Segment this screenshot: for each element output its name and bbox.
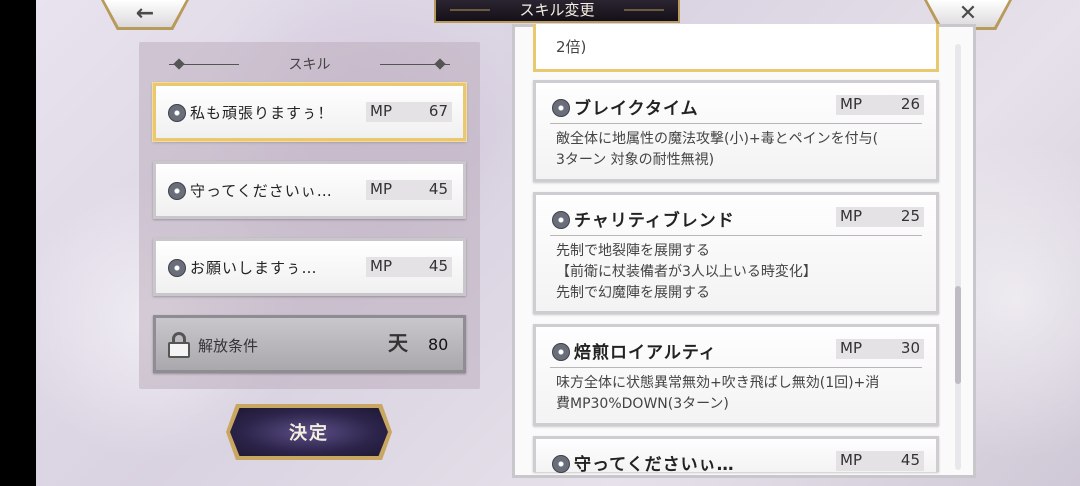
skill-icon — [168, 259, 186, 277]
skill-desc: 2倍) — [556, 38, 587, 56]
skill-card[interactable]: ブレイクタイム MP 26 敵全体に地属性の魔法攻撃(小)+毒とペインを付与( … — [533, 80, 939, 182]
skill-desc: 先制で地裂陣を展開する 【前衛に杖装備者が3人以上いる時変化】 先制で幻魔陣を展… — [556, 243, 817, 301]
locked-skill-slot[interactable]: 解放条件 天 80 — [153, 315, 466, 373]
skill-name: チャリティブレンド — [574, 211, 735, 231]
skill-name: 守ってくださいぃ… — [574, 455, 735, 475]
close-icon: ✕ — [958, 1, 978, 26]
skill-icon — [168, 182, 186, 200]
mp-cost: MP 67 — [366, 102, 452, 122]
divider — [550, 367, 922, 368]
skill-card[interactable]: 焙煎ロイアルティ MP 30 味方全体に状態異常無効+吹き飛ばし無効(1回)+消… — [533, 324, 939, 426]
skill-icon — [552, 211, 570, 229]
scrollbar-thumb[interactable] — [955, 286, 961, 384]
page-title: スキル変更 — [519, 1, 595, 19]
skill-slot-1[interactable]: 私も頑張りますぅ！ MP 67 — [153, 83, 466, 141]
skill-card[interactable]: チャリティブレンド MP 25 先制で地裂陣を展開する 【前衛に杖装備者が3人以… — [533, 192, 939, 314]
divider — [550, 235, 922, 236]
unlock-condition-label: 解放条件 — [198, 337, 259, 355]
skill-name: 私も頑張りますぅ！ — [190, 104, 334, 122]
skill-name: 守ってくださいぃ… — [190, 182, 333, 200]
mp-cost: MP 26 — [836, 95, 924, 115]
page-title-bar: スキル変更 — [434, 0, 680, 23]
skill-desc: 味方全体に状態異常無効+吹き飛ばし無効(1回)+消 費MP30%DOWN(3ター… — [556, 375, 880, 412]
mp-cost: MP 45 — [366, 180, 452, 200]
skill-name: 焙煎ロイアルティ — [574, 343, 717, 363]
skill-slot-2[interactable]: 守ってくださいぃ… MP 45 — [153, 161, 466, 219]
decide-label: 決定 — [289, 423, 329, 444]
skill-slot-3[interactable]: お願いしますぅ… MP 45 — [153, 238, 466, 296]
panel-title: スキル — [288, 57, 331, 73]
skill-desc: 敵全体に地属性の魔法攻撃(小)+毒とペインを付与( 3ターン 対象の耐性無視) — [556, 131, 879, 168]
back-arrow-icon: ← — [135, 1, 155, 26]
mp-cost: MP 45 — [366, 257, 452, 277]
skill-card-partial[interactable]: 2倍) — [533, 24, 939, 72]
panel-header: スキル — [139, 54, 480, 74]
unlock-condition-value: 80 — [428, 335, 449, 354]
scrollbar-track[interactable] — [955, 44, 961, 470]
skill-card[interactable]: 守ってくださいぃ… MP 45 — [533, 436, 939, 475]
skill-icon — [552, 343, 570, 361]
divider — [550, 123, 922, 124]
decide-button[interactable]: 決定 — [226, 404, 392, 460]
mp-cost: MP 25 — [836, 207, 924, 227]
mp-cost: MP 45 — [836, 451, 924, 471]
skill-name: お願いしますぅ… — [190, 259, 318, 277]
screen-edge — [0, 0, 36, 486]
skill-icon — [168, 104, 186, 122]
heaven-icon: 天 — [388, 331, 408, 355]
mp-cost: MP 30 — [836, 339, 924, 359]
skill-icon — [552, 99, 570, 117]
skill-icon — [552, 455, 570, 473]
lock-icon — [168, 332, 190, 358]
skill-name: ブレイクタイム — [574, 99, 699, 119]
